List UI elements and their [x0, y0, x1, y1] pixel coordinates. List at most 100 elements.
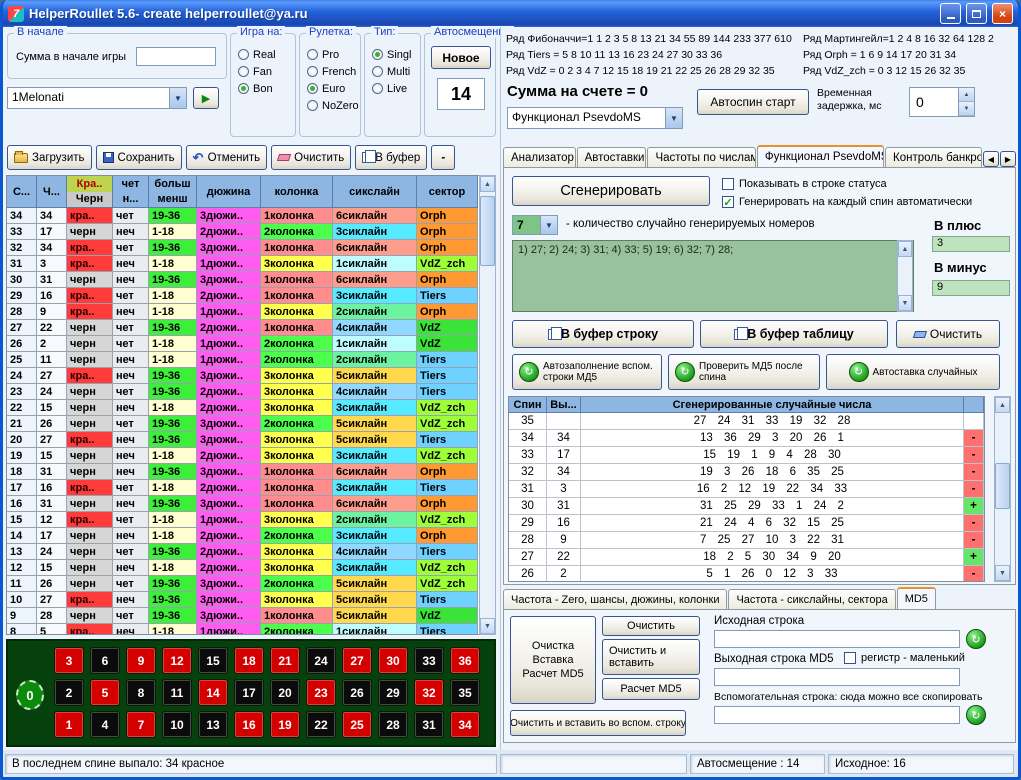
board-cell-1[interactable]: 1 [54, 711, 84, 738]
buffer-row-button[interactable]: В буфер строку [512, 320, 694, 348]
table-row[interactable]: 2722чернчет19-362дюжи..1колонка4сиклайнV… [7, 320, 495, 336]
board-cell-7[interactable]: 7 [126, 711, 156, 738]
scroll-down-icon[interactable]: ▼ [480, 618, 495, 634]
board-cell-16[interactable]: 16 [234, 711, 264, 738]
table-row[interactable]: 262чернчет1-181дюжи..2колонка1сиклайнVdZ [7, 336, 495, 352]
chevron-down-icon[interactable]: ▼ [169, 88, 186, 108]
board-cell-3[interactable]: 3 [54, 647, 84, 674]
register-checkbox[interactable]: регистр - маленький [844, 652, 965, 664]
textarea-scrollbar[interactable]: ▲ ▼ [897, 240, 913, 312]
board-cell-9[interactable]: 9 [126, 647, 156, 674]
bottom-tab-частота-сикслайны-сектора[interactable]: Частота - сикслайны, сектора [728, 589, 895, 609]
board-cell-14[interactable]: 14 [198, 679, 228, 706]
table-row[interactable]: 289кра..неч1-181дюжи..3колонка2сиклайнOr… [7, 304, 495, 320]
radio-option-singl[interactable]: Singl [372, 46, 420, 63]
table-row[interactable]: 2215черннеч1-182дюжи..3колонка3сиклайнVd… [7, 400, 495, 416]
board-cell-19[interactable]: 19 [270, 711, 300, 738]
chevron-down-icon[interactable]: ▼ [665, 108, 682, 128]
generated-table-scrollbar[interactable]: ▲ ▼ [994, 396, 1011, 582]
table-row[interactable]: 2625 1 26 0 12 3 33- [509, 566, 984, 582]
delay-spinner[interactable]: 0 ▲▼ [909, 87, 975, 117]
tab-scroll-right[interactable]: ▶ [1000, 151, 1016, 167]
table-row[interactable]: 303131 25 29 33 1 24 2+ [509, 498, 984, 515]
table-row[interactable]: 3434кра..чет19-363дюжи..1колонка6сиклайн… [7, 208, 495, 224]
autobet-button[interactable]: ↻Автоставка случайных [826, 354, 1000, 390]
save-button[interactable]: Сохранить [96, 145, 182, 170]
board-cell-28[interactable]: 28 [378, 711, 408, 738]
board-cell-11[interactable]: 11 [162, 679, 192, 706]
helper-input[interactable] [714, 706, 960, 724]
table-row[interactable]: 323419 3 26 18 6 35 25- [509, 464, 984, 481]
start-sum-input[interactable] [136, 47, 216, 66]
board-cell-29[interactable]: 29 [378, 679, 408, 706]
table-row[interactable]: 1915черннеч1-182дюжи..3колонка3сиклайнVd… [7, 448, 495, 464]
spin-down-icon[interactable]: ▼ [959, 102, 974, 116]
table-row[interactable]: 3317черннеч1-182дюжи..2колонка3сиклайнOr… [7, 224, 495, 240]
buffer-table-button[interactable]: В буфер таблицу [700, 320, 888, 348]
autofill-md5-button[interactable]: ↻Автозаполнение вспом. строки МД5 [512, 354, 662, 390]
radio-option-live[interactable]: Live [372, 80, 420, 97]
mode-combobox[interactable]: Функционал PsevdoMS ▼ [507, 107, 683, 129]
table-row[interactable]: 331715 19 1 9 4 28 30- [509, 447, 984, 464]
radio-option-euro[interactable]: Euro [307, 80, 360, 97]
generate-button[interactable]: Сгенерировать [512, 176, 710, 206]
maximize-button[interactable] [966, 3, 987, 24]
tab-частоты-по-числам[interactable]: Частоты по числам [647, 147, 755, 167]
tab-анализатор[interactable]: Анализатор [503, 147, 576, 167]
board-cell-15[interactable]: 15 [198, 647, 228, 674]
board-cell-26[interactable]: 26 [342, 679, 372, 706]
minus-button[interactable]: - [431, 145, 455, 170]
chevron-down-icon[interactable]: ▼ [540, 216, 557, 234]
md5-helper-action-button[interactable]: ↻ [966, 705, 986, 725]
table-row[interactable]: 3527 24 31 33 19 32 28 [509, 413, 984, 430]
preset-combobox[interactable]: 1Melonati ▼ [7, 87, 187, 109]
board-cell-10[interactable]: 10 [162, 711, 192, 738]
scroll-thumb[interactable] [480, 196, 495, 266]
board-cell-18[interactable]: 18 [234, 647, 264, 674]
table-row[interactable]: 1417черннеч1-182дюжи..2колонка3сиклайнOr… [7, 528, 495, 544]
buffer-button[interactable]: В буфер [355, 145, 427, 170]
radio-option-multi[interactable]: Multi [372, 63, 420, 80]
undo-button[interactable]: ↶Отменить [186, 145, 267, 170]
tab-контроль-банкро[interactable]: Контроль банкро [885, 147, 982, 167]
board-cell-34[interactable]: 34 [450, 711, 480, 738]
board-cell-23[interactable]: 23 [306, 679, 336, 706]
table-row[interactable]: 3234кра..чет19-363дюжи..1колонка6сиклайн… [7, 240, 495, 256]
table-row[interactable]: 3031черннеч19-363дюжи..1колонка6сиклайнO… [7, 272, 495, 288]
board-cell-17[interactable]: 17 [234, 679, 264, 706]
radio-option-french[interactable]: French [307, 63, 360, 80]
table-row[interactable]: 2126чернчет19-363дюжи..2колонка5сиклайнV… [7, 416, 495, 432]
table-row[interactable]: 2511черннеч1-181дюжи..2колонка2сиклайнTi… [7, 352, 495, 368]
radio-option-real[interactable]: Real [238, 46, 295, 63]
board-cell-6[interactable]: 6 [90, 647, 120, 674]
scroll-up-icon[interactable]: ▲ [480, 176, 495, 192]
clear-button[interactable]: Очистить [271, 145, 351, 170]
tab-функционал-psevdoms[interactable]: Функционал PsevdoMS [757, 145, 884, 167]
table-row[interactable]: 2916кра..чет1-182дюжи..1колонка3сиклайнT… [7, 288, 495, 304]
board-cell-20[interactable]: 20 [270, 679, 300, 706]
table-row[interactable]: 928чернчет19-363дюжи..1колонка5сиклайнVd… [7, 608, 495, 624]
table-row[interactable]: 291621 24 4 6 32 15 25- [509, 515, 984, 532]
close-button[interactable]: × [992, 3, 1013, 24]
board-cell-2[interactable]: 2 [54, 679, 84, 706]
tab-scroll-left[interactable]: ◀ [983, 151, 999, 167]
table-row[interactable]: 343413 36 29 3 20 26 1- [509, 430, 984, 447]
board-cell-27[interactable]: 27 [342, 647, 372, 674]
titlebar[interactable]: 7 HelperRoullet 5.6- create helperroulle… [3, 0, 1018, 27]
board-cell-12[interactable]: 12 [162, 647, 192, 674]
md5-calc-button[interactable]: Расчет MD5 [602, 678, 700, 700]
board-cell-33[interactable]: 33 [414, 647, 444, 674]
scroll-down-icon[interactable]: ▼ [995, 565, 1010, 581]
board-cell-31[interactable]: 31 [414, 711, 444, 738]
md5-source-action-button[interactable]: ↻ [966, 629, 986, 649]
md5-big-button[interactable]: Очистка Вставка Расчет MD5 [510, 616, 596, 704]
generated-textarea[interactable]: 1) 27; 2) 24; 3) 31; 4) 33; 5) 19; 6) 32… [512, 240, 914, 312]
md5-clear-paste-button[interactable]: Очистить и вставить [602, 639, 700, 675]
tab-автоставки[interactable]: Автоставки [577, 147, 647, 167]
auto-generate-checkbox[interactable]: ✓ Генерировать на каждый спин автоматиче… [722, 196, 972, 208]
history-scrollbar[interactable]: ▲ ▼ [479, 175, 496, 635]
table-row[interactable]: 1324чернчет19-362дюжи..3колонка4сиклайнT… [7, 544, 495, 560]
table-row[interactable]: 1716кра..чет1-182дюжи..1колонка3сиклайнT… [7, 480, 495, 496]
board-cell-13[interactable]: 13 [198, 711, 228, 738]
check-md5-button[interactable]: ↻Проверить МД5 после спина [668, 354, 820, 390]
